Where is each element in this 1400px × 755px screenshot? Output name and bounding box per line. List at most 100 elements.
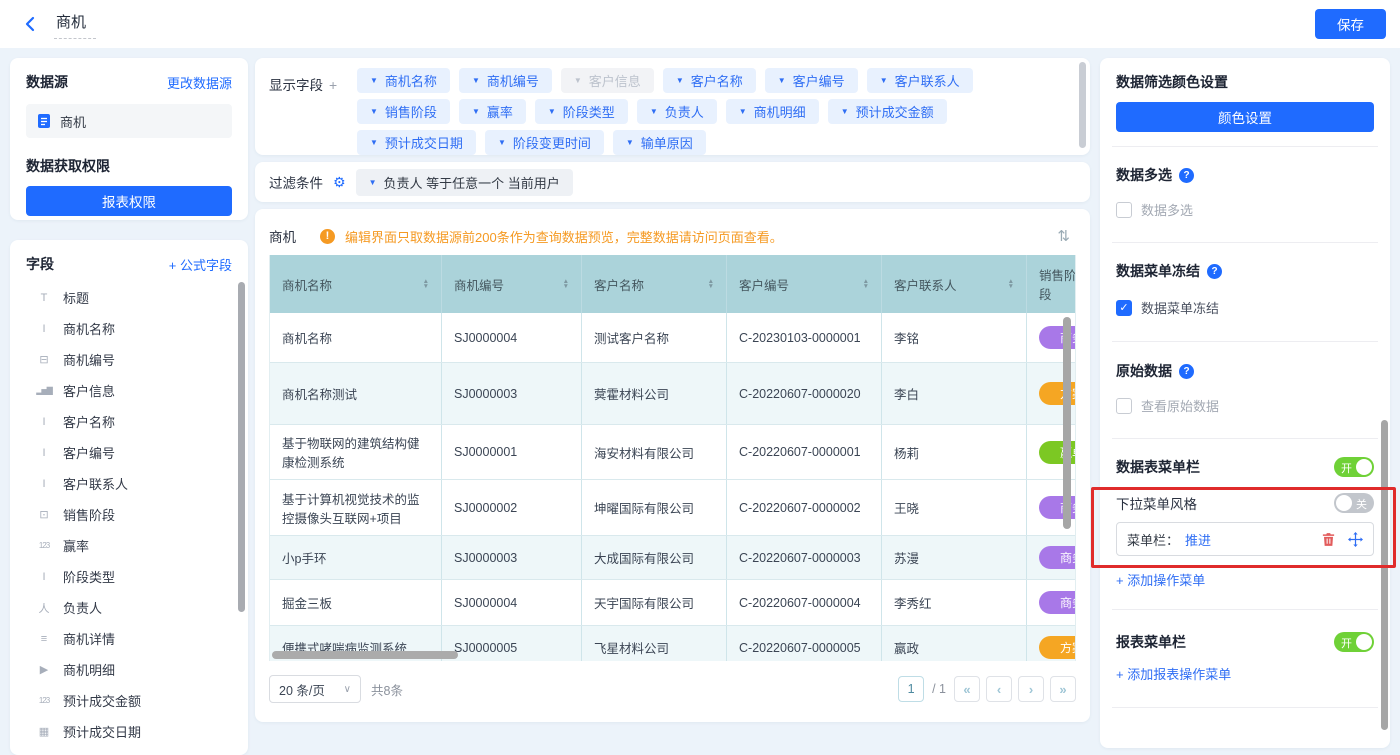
menubar-value[interactable]: 推进 [1185,530,1211,549]
column-header-商机编号[interactable]: 商机编号▲▼ [442,255,582,313]
field-item-商机名称[interactable]: I商机名称 [26,313,232,344]
sort-arrows-icon[interactable]: ▲▼ [708,279,714,289]
first-page-button[interactable]: « [954,676,980,702]
field-item-预计成交金额[interactable]: 123预计成交金额 [26,685,232,716]
column-header-客户联系人[interactable]: 客户联系人▲▼ [882,255,1027,313]
table-menubar-toggle[interactable]: 开 [1334,457,1374,477]
raw-data-checkbox[interactable]: 查看原始数据 [1116,396,1374,415]
field-item-阶段类型[interactable]: I阶段类型 [26,561,232,592]
display-field-chip[interactable]: ▼阶段变更时间 [485,130,604,155]
display-field-chip[interactable]: ▼赢率 [459,99,526,124]
chip-label: 商机名称 [385,71,437,90]
field-item-负责人[interactable]: 人负责人 [26,592,232,623]
table-body: 商机名称SJ0000004测试客户名称C-20230103-0000001李铭商… [270,313,1075,661]
display-field-chip[interactable]: ▼输单原因 [613,130,706,155]
display-field-chip[interactable]: ▼预计成交金额 [828,99,947,124]
display-field-chip[interactable]: ▼商机明细 [726,99,819,124]
field-item-商机编号[interactable]: ⊟ 商机编号 [26,344,232,375]
display-field-chip[interactable]: ▼预计成交日期 [357,130,476,155]
cell: 李秀红 [882,580,1027,625]
add-report-action-menu-link[interactable]: + 添加报表操作菜单 [1116,664,1231,683]
prev-page-button[interactable]: ‹ [986,676,1012,702]
last-page-button[interactable]: » [1050,676,1076,702]
field-item-赢率[interactable]: 123赢率 [26,530,232,561]
change-datasource-link[interactable]: 更改数据源 [167,73,232,92]
multi-select-checkbox[interactable]: 数据多选 [1116,200,1374,219]
help-icon[interactable]: ? [1207,264,1222,279]
table-row: 商机名称SJ0000004测试客户名称C-20230103-0000001李铭商… [270,313,1075,363]
trash-icon[interactable] [1321,532,1336,547]
display-field-chip[interactable]: ▼商机编号 [459,68,552,93]
add-action-menu-link[interactable]: + 添加操作菜单 [1116,570,1205,589]
fields-scrollbar[interactable] [238,282,245,612]
column-header-客户名称[interactable]: 客户名称▲▼ [582,255,727,313]
sort-arrows-icon[interactable]: ▲▼ [563,279,569,289]
chevron-down-icon: ▼ [841,107,849,116]
color-setting-button[interactable]: 颜色设置 [1116,102,1374,132]
chip-label: 商机明细 [754,102,806,121]
field-item-商机详情[interactable]: ≡商机详情 [26,623,232,654]
report-menubar-toggle[interactable]: 开 [1334,632,1374,652]
column-header-商机名称[interactable]: 商机名称▲▼ [270,255,442,313]
help-icon[interactable]: ? [1179,168,1194,183]
display-field-chip[interactable]: ▼阶段类型 [535,99,628,124]
display-field-chip[interactable]: ▼客户联系人 [867,68,973,93]
save-button[interactable]: 保存 [1315,9,1386,39]
table-horizontal-scrollbar[interactable] [272,651,458,659]
display-field-chip[interactable]: ▼客户名称 [663,68,756,93]
field-item-标题[interactable]: T标题 [26,282,232,313]
checkbox-checked-icon: ✓ [1116,300,1132,316]
menu-freeze-checkbox[interactable]: ✓ 数据菜单冻结 [1116,298,1374,317]
field-item-预计成交日期[interactable]: ▦预计成交日期 [26,716,232,747]
warning-icon: ! [320,229,335,244]
page-size-select[interactable]: 20 条/页 ∨ [269,675,361,703]
stage-badge: 商务 [1039,546,1076,569]
dropdown-style-label: 下拉菜单风格 [1116,493,1197,513]
checkbox-icon [1116,398,1132,414]
display-field-chip[interactable]: ▼销售阶段 [357,99,450,124]
field-item-客户信息[interactable]: ▂▅▇客户信息 [26,375,232,406]
settings-scrollbar[interactable] [1381,420,1388,730]
chip-label: 销售阶段 [385,102,437,121]
expand-arrow-icon: ▶ [34,663,54,676]
sort-arrows-icon[interactable]: ▲▼ [863,279,869,289]
add-display-field-button[interactable]: + [329,77,337,93]
field-item-商机明细[interactable]: ▶商机明细 [26,654,232,685]
sort-arrows-icon[interactable]: ▲▼ [1008,279,1014,289]
display-field-chip[interactable]: ▼商机名称 [357,68,450,93]
field-item-label: 负责人 [63,598,102,617]
autonumber-field-icon: ⊟ [34,353,54,366]
gear-icon[interactable]: ⚙ [333,174,346,191]
page-input[interactable]: 1 [898,676,924,702]
field-item-客户名称[interactable]: I客户名称 [26,406,232,437]
sort-arrows-icon[interactable]: ▲▼ [423,279,429,289]
filter-condition-chip[interactable]: ▼ 负责人 等于任意一个 当前用户 [356,169,573,196]
help-icon[interactable]: ? [1179,364,1194,379]
table-vertical-scrollbar[interactable] [1063,317,1071,529]
field-item-客户联系人[interactable]: I客户联系人 [26,468,232,499]
menubar-action-item[interactable]: 菜单栏： 推进 [1116,522,1374,556]
back-button[interactable] [22,15,40,33]
field-item-销售阶段[interactable]: ⊡销售阶段 [26,499,232,530]
chips-scrollbar[interactable] [1079,62,1086,148]
display-field-chip[interactable]: ▼客户编号 [765,68,858,93]
sort-desc-icon: ▼ [563,284,569,289]
add-formula-field-link[interactable]: + 公式字段 [169,255,232,274]
data-table: 商机名称▲▼商机编号▲▼客户名称▲▼客户编号▲▼客户联系人▲▼销售阶段 商机名称… [269,255,1076,661]
report-permission-button[interactable]: 报表权限 [26,186,232,216]
datasource-item[interactable]: 商机 [26,104,232,138]
permission-heading: 数据获取权限 [26,156,232,176]
display-field-chip[interactable]: ▼负责人 [637,99,717,124]
next-page-button[interactable]: › [1018,676,1044,702]
move-icon[interactable] [1348,532,1363,547]
menubar-prefix: 菜单栏： [1127,530,1179,549]
dropdown-style-toggle[interactable]: 关 [1334,493,1374,513]
page-title[interactable]: 商机 [54,9,96,39]
chip-label: 赢率 [487,102,513,121]
cell: 商机名称测试 [270,363,442,424]
sort-order-icon[interactable]: ⇅ [1051,225,1076,247]
cell: 天宇国际有限公司 [582,580,727,625]
field-item-label: 商机编号 [63,350,115,369]
field-item-客户编号[interactable]: I客户编号 [26,437,232,468]
column-header-客户编号[interactable]: 客户编号▲▼ [727,255,882,313]
